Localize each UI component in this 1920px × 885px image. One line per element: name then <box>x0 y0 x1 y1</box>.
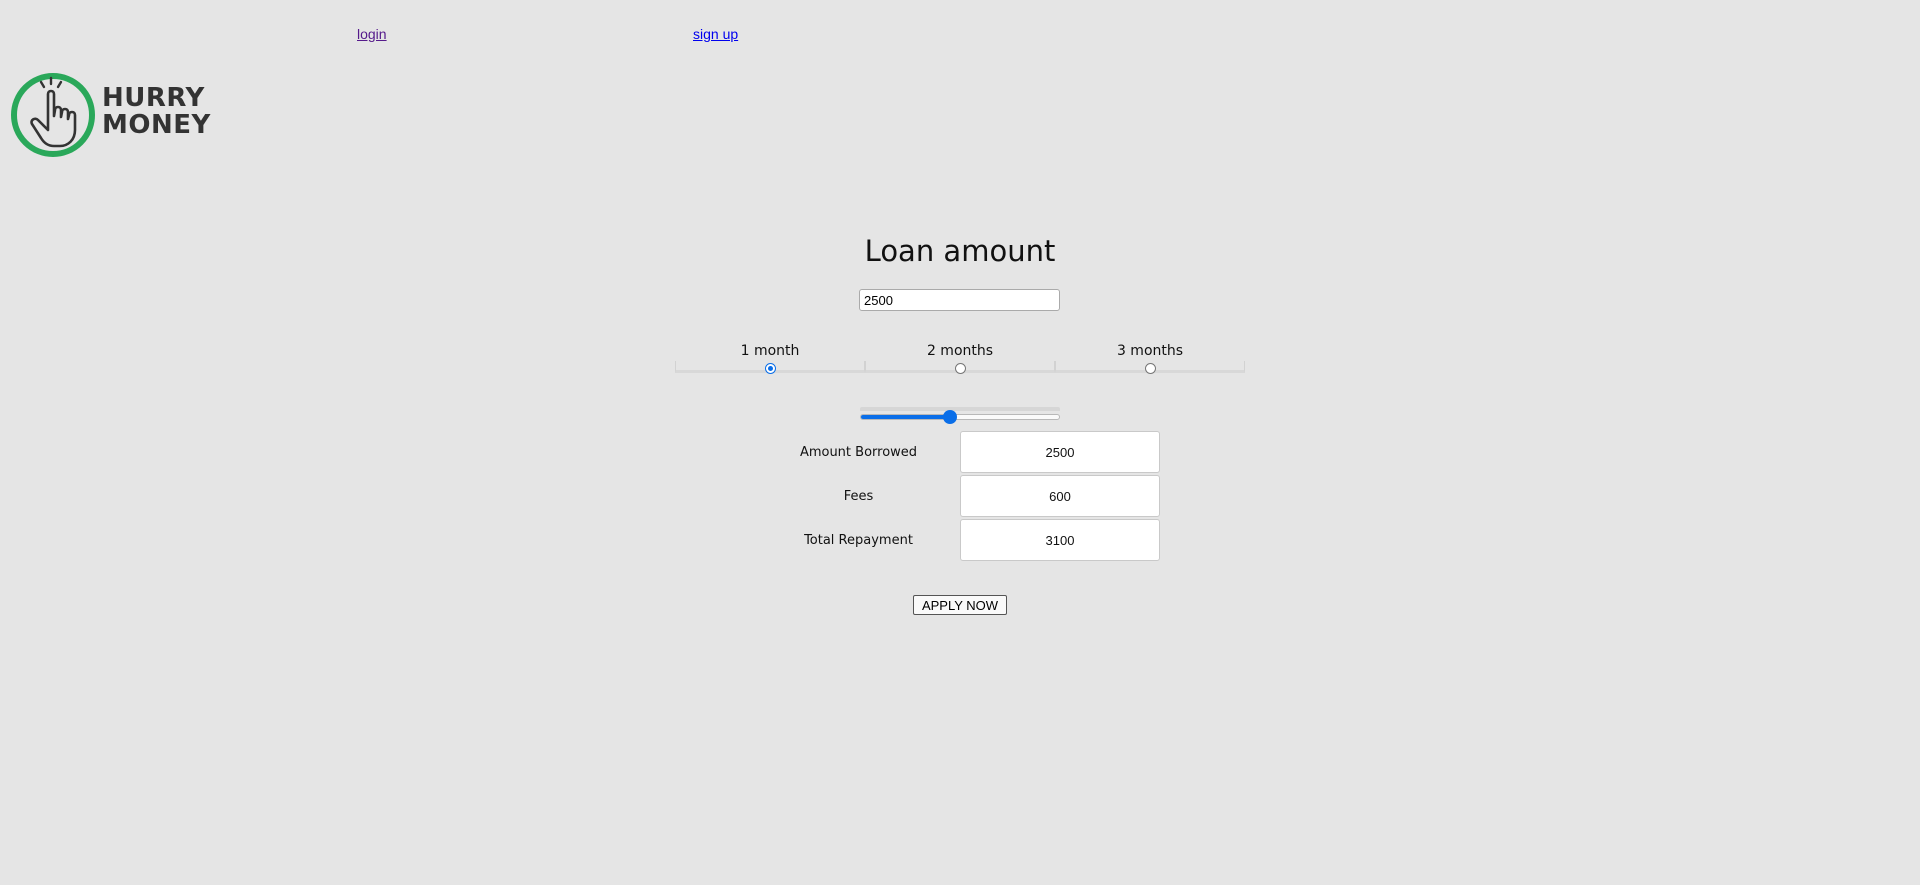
term-option-3-months[interactable]: 3 months <box>1055 343 1245 375</box>
total-repayment-value: 3100 <box>960 519 1160 561</box>
page: login sign up HURRY MONEY Loan amount 1 … <box>0 0 1920 885</box>
hurry-money-logo: HURRY MONEY <box>10 72 210 158</box>
logo-line-1: HURRY <box>102 83 205 113</box>
term-label: 2 months <box>926 343 994 359</box>
slider-fill <box>861 415 951 419</box>
term-radio-3-months[interactable] <box>1144 363 1156 374</box>
slider-track[interactable] <box>860 414 1060 420</box>
loan-summary: Amount Borrowed 2500 Fees 600 Total Repa… <box>780 430 1162 562</box>
fees-label: Fees <box>843 488 874 504</box>
loan-term-options: 1 month 2 months 3 months <box>675 343 1245 375</box>
total-repayment-label: Total Repayment <box>804 532 913 548</box>
summary-row-total-repayment: Total Repayment 3100 <box>780 518 1162 562</box>
signup-link[interactable]: sign up <box>693 26 738 42</box>
term-option-2-months[interactable]: 2 months <box>865 343 1055 375</box>
term-radio-1-month[interactable] <box>764 363 776 374</box>
loan-amount-slider[interactable] <box>860 407 1060 424</box>
summary-row-fees: Fees 600 <box>780 474 1162 518</box>
slider-shelf <box>860 407 1060 411</box>
term-label: 1 month <box>740 343 800 359</box>
amount-borrowed-value: 2500 <box>960 431 1160 473</box>
summary-row-amount-borrowed: Amount Borrowed 2500 <box>780 430 1162 474</box>
term-radio-2-months[interactable] <box>954 363 966 374</box>
logo-line-2: MONEY <box>102 110 211 140</box>
page-title: Loan amount <box>864 234 1056 268</box>
loan-amount-input[interactable] <box>859 289 1060 311</box>
apply-now-button[interactable]: APPLY NOW <box>913 595 1007 615</box>
slider-thumb[interactable] <box>943 410 957 424</box>
login-link[interactable]: login <box>357 26 387 42</box>
term-label: 3 months <box>1116 343 1184 359</box>
pointing-hand-icon <box>11 73 95 157</box>
amount-borrowed-label: Amount Borrowed <box>799 444 918 460</box>
logo-wordmark: HURRY MONEY <box>102 85 211 139</box>
term-option-1-month[interactable]: 1 month <box>675 343 865 375</box>
fees-value: 600 <box>960 475 1160 517</box>
